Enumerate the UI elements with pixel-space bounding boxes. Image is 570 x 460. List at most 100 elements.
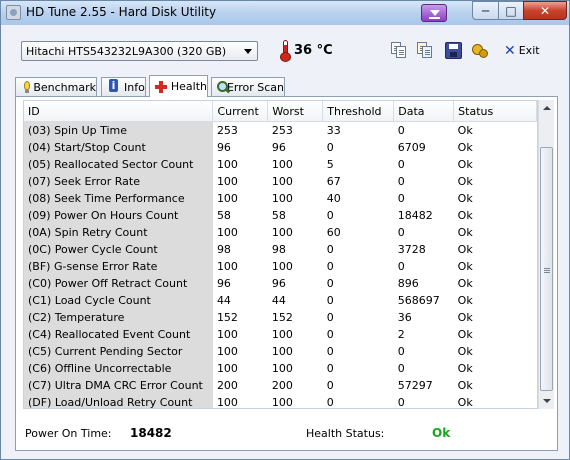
cell-status: Ok: [457, 328, 473, 341]
tab-health[interactable]: Health: [149, 75, 208, 97]
table-row[interactable]: (04) Start/Stop Count 96 96 0 6709 Ok: [24, 139, 537, 156]
power-on-time-value: 18482: [130, 426, 172, 440]
cell-status: Ok: [457, 243, 473, 256]
cell-id: (04) Start/Stop Count: [24, 139, 213, 156]
cell-data: 896: [397, 277, 419, 290]
drive-select[interactable]: Hitachi HTS543232L9A300 (320 GB): [21, 41, 258, 61]
cell-data: 0: [397, 192, 405, 205]
cell-id: (09) Power On Hours Count: [24, 207, 213, 224]
table-row[interactable]: (03) Spin Up Time 253 253 33 0 Ok: [24, 121, 537, 139]
health-status-label: Health Status:: [306, 427, 385, 440]
cell-worst: 96: [271, 141, 286, 154]
cell-data: 57297: [397, 379, 433, 392]
options-gear-icon[interactable]: [472, 42, 489, 59]
cell-data: 36: [397, 311, 412, 324]
cell-worst: 100: [271, 260, 293, 273]
exit-button[interactable]: ✕ Exit: [504, 41, 540, 60]
scroll-up-arrow-icon[interactable]: [539, 100, 554, 116]
table-row[interactable]: (C4) Reallocated Event Count 100 100 0 2 Ok: [24, 326, 537, 343]
cell-threshold: 0: [326, 396, 334, 409]
column-header-data[interactable]: Data: [393, 101, 455, 122]
cell-id: (C1) Load Cycle Count: [24, 292, 213, 309]
tab-error-scan[interactable]: Error Scan: [211, 77, 285, 96]
column-header-threshold[interactable]: Threshold: [322, 101, 395, 122]
tab-info[interactable]: Info: [101, 77, 146, 96]
cell-id: (03) Spin Up Time: [24, 121, 213, 139]
copy-text-icon[interactable]: [391, 42, 408, 59]
hd-tune-app-icon: [6, 5, 21, 20]
cell-worst: 58: [271, 209, 286, 222]
cell-current: 100: [216, 328, 238, 341]
exit-icon: ✕: [504, 42, 516, 59]
table-row[interactable]: (08) Seek Time Performance 100 100 40 0 Ok: [24, 190, 537, 207]
cell-worst: 100: [271, 175, 293, 188]
cell-current: 100: [216, 345, 238, 358]
cell-current: 96: [216, 141, 231, 154]
cell-worst: 98: [271, 243, 286, 256]
cell-current: 152: [216, 311, 238, 324]
copy-screenshot-icon[interactable]: [417, 42, 434, 59]
minimize-button[interactable]: ─: [472, 1, 499, 20]
cell-threshold: 0: [326, 328, 334, 341]
download-button[interactable]: [421, 4, 447, 22]
table-row[interactable]: (C5) Current Pending Sector 100 100 0 0 Ok: [24, 343, 537, 360]
column-header-id[interactable]: ID: [24, 101, 214, 122]
close-button[interactable]: ✕: [523, 1, 567, 20]
table-row[interactable]: (C0) Power Off Retract Count 96 96 0 896 Ok: [24, 275, 537, 292]
status-footer: Power On Time: 18482 Health Status: Ok: [16, 419, 557, 445]
window-title: HD Tune 2.55 - Hard Disk Utility: [26, 5, 217, 19]
cell-status: Ok: [457, 226, 473, 239]
cell-id: (C0) Power Off Retract Count: [24, 275, 213, 292]
health-icon: [154, 80, 167, 94]
scroll-down-arrow-icon[interactable]: [539, 393, 554, 409]
table-row[interactable]: (C1) Load Cycle Count 44 44 0 568697 Ok: [24, 292, 537, 309]
cell-current: 253: [216, 124, 238, 137]
cell-worst: 100: [271, 328, 293, 341]
table-row[interactable]: (0A) Spin Retry Count 100 100 60 0 Ok: [24, 224, 537, 241]
exit-label: Exit: [518, 44, 540, 57]
cell-data: 0: [397, 396, 405, 409]
tab-benchmark[interactable]: Benchmark: [15, 77, 97, 96]
column-header-current[interactable]: Current: [212, 101, 269, 122]
cell-worst: 100: [271, 192, 293, 205]
app-window: HD Tune 2.55 - Hard Disk Utility ─ □ ✕ H…: [0, 0, 570, 460]
table-row[interactable]: (0C) Power Cycle Count 98 98 0 3728 Ok: [24, 241, 537, 258]
cell-status: Ok: [457, 192, 473, 205]
drive-select-value: Hitachi HTS543232L9A300 (320 GB): [26, 45, 227, 58]
cell-id: (0C) Power Cycle Count: [24, 241, 213, 258]
cell-worst: 96: [271, 277, 286, 290]
cell-worst: 100: [271, 226, 293, 239]
title-bar[interactable]: HD Tune 2.55 - Hard Disk Utility ─ □ ✕: [1, 1, 569, 25]
table-row[interactable]: (BF) G-sense Error Rate 100 100 0 0 Ok: [24, 258, 537, 275]
table-row[interactable]: (09) Power On Hours Count 58 58 0 18482 Ok: [24, 207, 537, 224]
temperature-readout: 36 °C: [294, 43, 333, 58]
cell-current: 100: [216, 362, 238, 375]
table-row[interactable]: (DF) Load/Unload Retry Count 100 100 0 0 Ok: [24, 394, 537, 409]
cell-threshold: 0: [326, 209, 334, 222]
table-row[interactable]: (C6) Offline Uncorrectable 100 100 0 0 Ok: [24, 360, 537, 377]
table-row[interactable]: (05) Reallocated Sector Count 100 100 5 0 Ok: [24, 156, 537, 173]
cell-data: 0: [397, 260, 405, 273]
cell-worst: 100: [271, 345, 293, 358]
cell-threshold: 0: [326, 294, 334, 307]
cell-status: Ok: [457, 124, 473, 137]
cell-current: 100: [216, 260, 238, 273]
cell-id: (0A) Spin Retry Count: [24, 224, 213, 241]
cell-id: (C6) Offline Uncorrectable: [24, 360, 213, 377]
maximize-button[interactable]: □: [498, 1, 524, 20]
cell-data: 0: [397, 175, 405, 188]
cell-threshold: 0: [326, 277, 334, 290]
benchmark-icon: [20, 80, 31, 94]
table-row[interactable]: (C7) Ultra DMA CRC Error Count 200 200 0 572…: [24, 377, 537, 394]
vertical-scrollbar[interactable]: [538, 100, 554, 409]
smart-table[interactable]: ID Current Worst Threshold Data Status (…: [23, 100, 538, 409]
column-header-worst[interactable]: Worst: [267, 101, 324, 122]
column-header-status[interactable]: Status: [453, 101, 537, 122]
scrollbar-thumb[interactable]: [540, 147, 553, 391]
table-row[interactable]: (07) Seek Error Rate 100 100 67 0 Ok: [24, 173, 537, 190]
cell-current: 58: [216, 209, 231, 222]
cell-threshold: 40: [326, 192, 341, 205]
table-row[interactable]: (C2) Temperature 152 152 0 36 Ok: [24, 309, 537, 326]
cell-status: Ok: [457, 175, 473, 188]
save-icon[interactable]: [445, 42, 462, 59]
